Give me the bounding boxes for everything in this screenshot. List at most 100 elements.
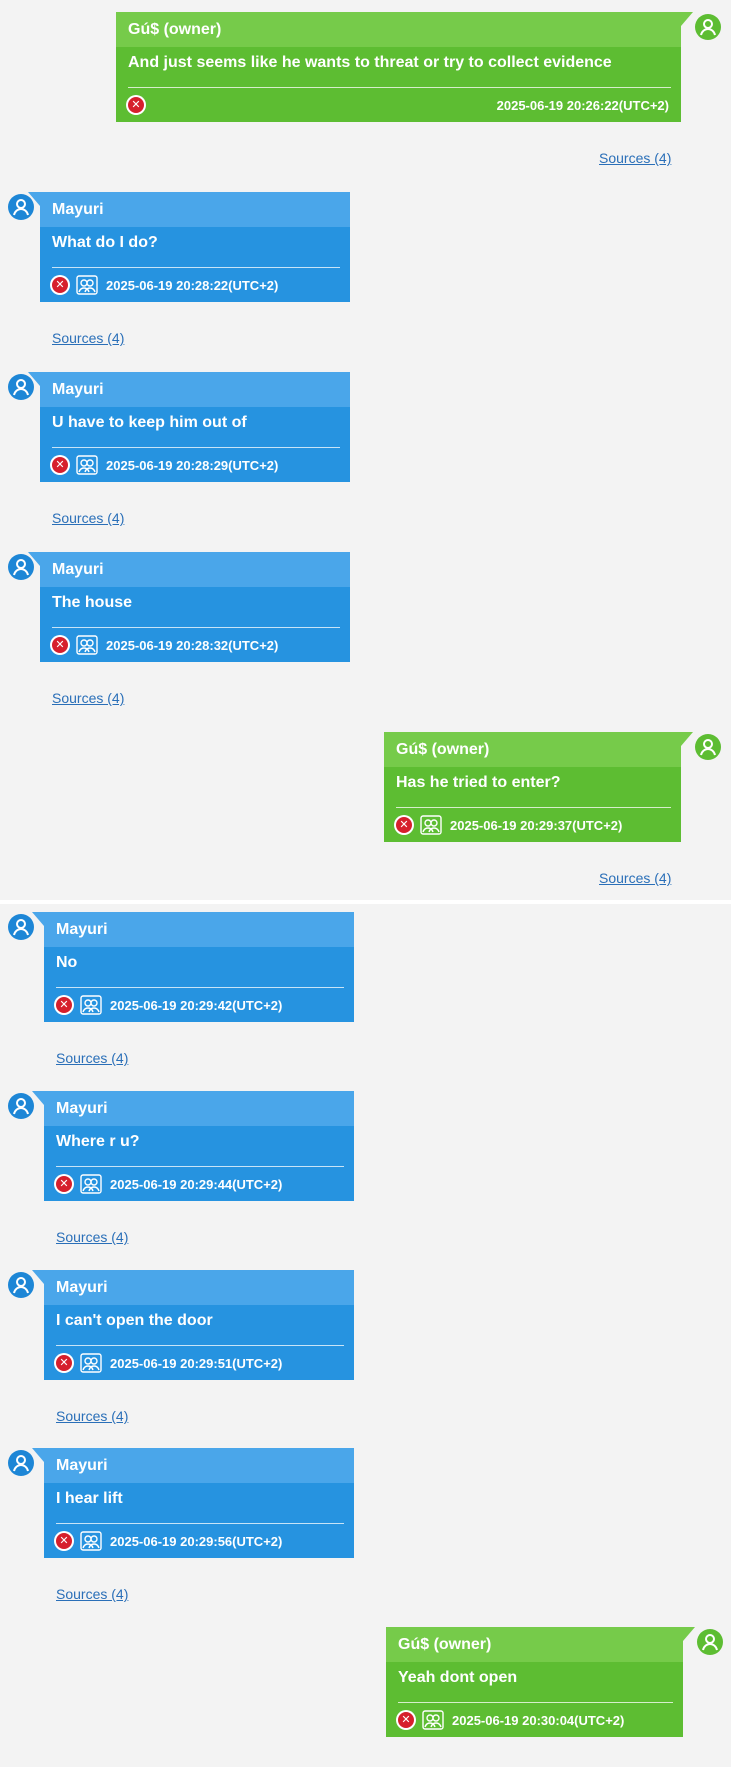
avatar-person-icon	[695, 734, 721, 760]
message-timestamp: 2025-06-19 20:29:44(UTC+2)	[110, 1176, 283, 1192]
sources-link[interactable]: Sources (4)	[599, 150, 671, 166]
message-timestamp: 2025-06-19 20:29:42(UTC+2)	[110, 997, 283, 1013]
sources-link[interactable]: Sources (4)	[56, 1408, 128, 1424]
bubble-tail	[28, 192, 40, 206]
avatar-person-icon	[695, 14, 721, 40]
bubble-tail	[681, 12, 693, 26]
group-icon[interactable]	[76, 455, 98, 475]
message-text: No	[44, 947, 354, 987]
x-mark: ✕	[398, 1712, 414, 1728]
message-text: I hear lift	[44, 1483, 354, 1523]
bubble-tail	[683, 1627, 695, 1641]
sender-name: Gú$ (owner)	[384, 732, 681, 767]
group-icon[interactable]	[80, 1353, 102, 1373]
bubble-tail	[32, 1270, 44, 1284]
avatar-person-icon	[8, 914, 34, 940]
sources-link[interactable]: Sources (4)	[52, 330, 124, 346]
message-footer: ✕ 2025-06-19 20:29:44(UTC+2)	[44, 1167, 354, 1201]
group-icon[interactable]	[76, 275, 98, 295]
message-bubble: Gú$ (owner) Has he tried to enter? ✕ 2025-0…	[384, 732, 693, 842]
panel-divider	[0, 900, 731, 904]
sources-link[interactable]: Sources (4)	[599, 870, 671, 886]
avatar-person-icon	[8, 1272, 34, 1298]
sender-name: Mayuri	[44, 1091, 354, 1126]
message-timestamp: 2025-06-19 20:28:22(UTC+2)	[106, 277, 279, 293]
message-footer: ✕ 2025-06-19 20:26:22(UTC+2)	[116, 88, 681, 122]
message-text: Where r u?	[44, 1126, 354, 1166]
bubble-tail	[28, 372, 40, 386]
delete-x-icon[interactable]: ✕	[126, 95, 146, 115]
message-timestamp: 2025-06-19 20:29:56(UTC+2)	[110, 1533, 283, 1549]
delete-x-icon[interactable]: ✕	[54, 1531, 74, 1551]
message-text: Has he tried to enter?	[384, 767, 681, 807]
message-text: Yeah dont open	[386, 1662, 683, 1702]
message-bubble: Mayuri I can't open the door ✕ 2025-06-19 2…	[32, 1270, 354, 1380]
x-mark: ✕	[396, 817, 412, 833]
message-timestamp: 2025-06-19 20:30:04(UTC+2)	[452, 1712, 625, 1728]
message-footer: ✕ 2025-06-19 20:30:04(UTC+2)	[386, 1703, 683, 1737]
message-text: U have to keep him out of	[40, 407, 350, 447]
message-text: And just seems like he wants to threat o…	[116, 47, 681, 87]
x-mark: ✕	[56, 997, 72, 1013]
message-bubble: Mayuri The house ✕ 2025-06-19 20:28:32(UTC+…	[28, 552, 350, 662]
delete-x-icon[interactable]: ✕	[54, 1353, 74, 1373]
group-icon[interactable]	[80, 1531, 102, 1551]
sender-name: Mayuri	[44, 1448, 354, 1483]
sources-link[interactable]: Sources (4)	[56, 1050, 128, 1066]
x-mark: ✕	[52, 637, 68, 653]
message-footer: ✕ 2025-06-19 20:29:37(UTC+2)	[384, 808, 681, 842]
sources-link[interactable]: Sources (4)	[52, 510, 124, 526]
sender-name: Gú$ (owner)	[386, 1627, 683, 1662]
message-footer: ✕ 2025-06-19 20:29:56(UTC+2)	[44, 1524, 354, 1558]
message-text: What do I do?	[40, 227, 350, 267]
sources-link[interactable]: Sources (4)	[56, 1586, 128, 1602]
sender-name: Mayuri	[40, 552, 350, 587]
delete-x-icon[interactable]: ✕	[54, 995, 74, 1015]
sources-link[interactable]: Sources (4)	[52, 690, 124, 706]
message-timestamp: 2025-06-19 20:29:51(UTC+2)	[110, 1355, 283, 1371]
group-icon[interactable]	[422, 1710, 444, 1730]
bubble-tail	[681, 732, 693, 746]
bubble-tail	[32, 1091, 44, 1105]
delete-x-icon[interactable]: ✕	[50, 275, 70, 295]
message-footer: ✕ 2025-06-19 20:29:51(UTC+2)	[44, 1346, 354, 1380]
message-bubble: Gú$ (owner) And just seems like he wants …	[116, 12, 693, 122]
group-icon[interactable]	[80, 1174, 102, 1194]
sender-name: Mayuri	[44, 1270, 354, 1305]
message-footer: ✕ 2025-06-19 20:28:29(UTC+2)	[40, 448, 350, 482]
avatar-person-icon	[8, 1093, 34, 1119]
delete-x-icon[interactable]: ✕	[396, 1710, 416, 1730]
sender-name: Mayuri	[40, 192, 350, 227]
delete-x-icon[interactable]: ✕	[50, 635, 70, 655]
group-icon[interactable]	[76, 635, 98, 655]
x-mark: ✕	[56, 1533, 72, 1549]
x-mark: ✕	[56, 1355, 72, 1371]
bubble-tail	[32, 1448, 44, 1462]
delete-x-icon[interactable]: ✕	[394, 815, 414, 835]
message-bubble: Mayuri No ✕ 2025-06-19 20:29:42(UTC+2)	[32, 912, 354, 1022]
x-mark: ✕	[52, 277, 68, 293]
message-bubble: Mayuri What do I do? ✕ 2025-06-19 20:28:22(…	[28, 192, 350, 302]
x-mark: ✕	[52, 457, 68, 473]
delete-x-icon[interactable]: ✕	[50, 455, 70, 475]
avatar-person-icon	[697, 1629, 723, 1655]
x-mark: ✕	[128, 97, 144, 113]
message-text: The house	[40, 587, 350, 627]
group-icon[interactable]	[80, 995, 102, 1015]
sender-name: Mayuri	[44, 912, 354, 947]
sources-link[interactable]: Sources (4)	[56, 1229, 128, 1245]
message-timestamp: 2025-06-19 20:28:29(UTC+2)	[106, 457, 279, 473]
message-footer: ✕ 2025-06-19 20:28:32(UTC+2)	[40, 628, 350, 662]
message-timestamp: 2025-06-19 20:29:37(UTC+2)	[450, 817, 623, 833]
message-bubble: Mayuri Where r u? ✕ 2025-06-19 20:29:44(UTC…	[32, 1091, 354, 1201]
delete-x-icon[interactable]: ✕	[54, 1174, 74, 1194]
group-icon[interactable]	[420, 815, 442, 835]
message-text: I can't open the door	[44, 1305, 354, 1345]
avatar-person-icon	[8, 1450, 34, 1476]
message-bubble: Mayuri I hear lift ✕ 2025-06-19 20:29:56(UT…	[32, 1448, 354, 1558]
sender-name: Gú$ (owner)	[116, 12, 681, 47]
x-mark: ✕	[56, 1176, 72, 1192]
message-bubble: Mayuri U have to keep him out of ✕ 2025-06-…	[28, 372, 350, 482]
sender-name: Mayuri	[40, 372, 350, 407]
message-timestamp: 2025-06-19 20:26:22(UTC+2)	[496, 97, 669, 113]
